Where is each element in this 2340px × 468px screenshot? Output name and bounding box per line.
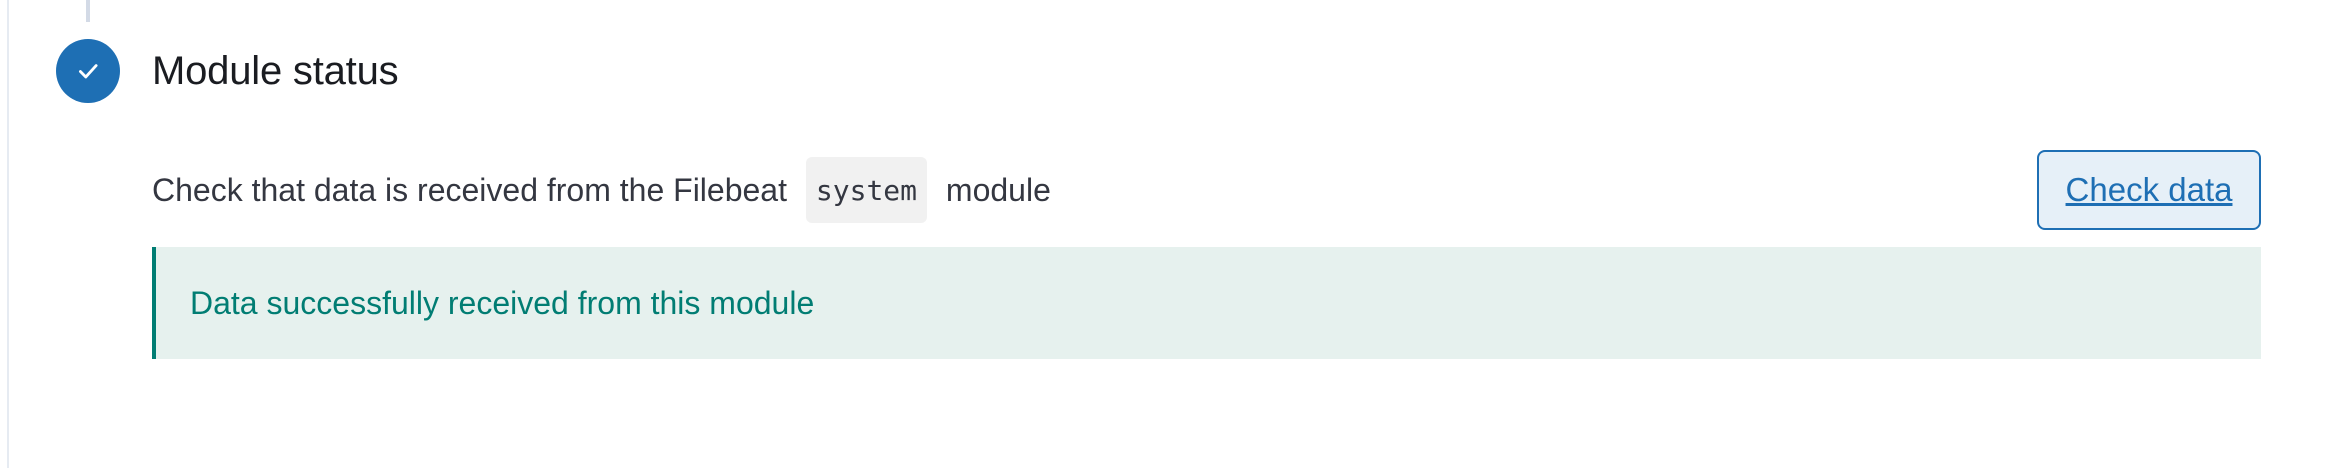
step-title: Module status [152, 49, 399, 93]
check-icon [79, 64, 98, 79]
step-complete-indicator [56, 39, 120, 103]
success-callout-message: Data successfully received from this mod… [190, 284, 815, 321]
step-description: Check that data is received from the Fil… [152, 157, 1051, 223]
step-connector-line [86, 0, 90, 22]
module-status-step: Module status Check that data is receive… [0, 0, 2340, 468]
module-code-label: system [805, 157, 928, 223]
check-data-button[interactable]: Check data [2037, 150, 2261, 230]
success-callout: Data successfully received from this mod… [152, 247, 2261, 359]
description-text-before: Check that data is received from the Fil… [152, 171, 796, 208]
panel-left-border [7, 0, 9, 468]
description-text-after: module [937, 171, 1051, 208]
